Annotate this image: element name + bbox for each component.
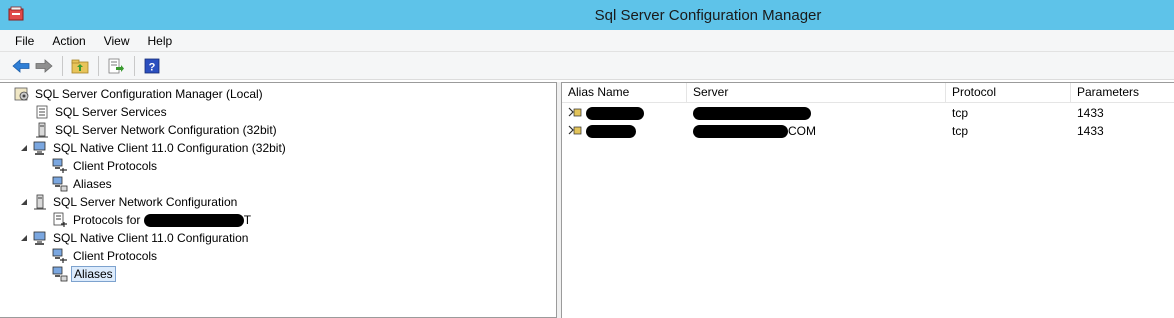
server-cell [687, 106, 946, 120]
expanded-triangle-icon[interactable] [18, 197, 29, 208]
redaction-mark [586, 106, 644, 120]
tree-root[interactable]: SQL Server Configuration Manager (Local) [14, 85, 265, 103]
tree-item-aliases[interactable]: Aliases [52, 265, 116, 283]
window-title: Sql Server Configuration Manager [594, 7, 822, 24]
client-computer-icon [32, 230, 48, 246]
back-icon[interactable] [10, 55, 32, 77]
protocol-icon [52, 248, 68, 264]
column-header-alias-name[interactable]: Alias Name [562, 83, 687, 103]
parameters-cell: 1433 [1077, 106, 1104, 120]
server-icon [32, 194, 48, 210]
tree-item-network-config-32bit[interactable]: SQL Server Network Configuration (32bit) [34, 121, 279, 139]
protocol-icon [52, 158, 68, 174]
list-header: Alias Name Server Protocol Parameters [562, 83, 1174, 103]
table-row[interactable]: COM tcp 1433 [562, 122, 1174, 140]
tree-item-label: SQL Native Client 11.0 Configuration (32… [53, 141, 286, 155]
menu-help[interactable]: Help [146, 32, 175, 50]
toolbar-separator [62, 55, 63, 76]
tree-item-aliases-32bit[interactable]: Aliases [52, 175, 114, 193]
svg-text:?: ? [149, 61, 156, 73]
services-icon [34, 104, 50, 120]
menu-view[interactable]: View [102, 32, 132, 50]
redaction-mark [693, 106, 811, 120]
protocol-cell: tcp [952, 124, 969, 138]
alias-row-icon [568, 124, 582, 139]
column-header-parameters[interactable]: Parameters [1071, 83, 1174, 103]
redaction-mark [143, 214, 244, 228]
redaction-mark [586, 124, 636, 138]
toolbar-separator [134, 55, 135, 76]
title-bar: Sql Server Configuration Manager [0, 0, 1174, 30]
column-header-protocol[interactable]: Protocol [946, 83, 1071, 103]
help-icon[interactable]: ? [141, 55, 163, 77]
tree-item-label: Protocols for T [73, 212, 252, 228]
redaction-mark [693, 124, 788, 138]
list-pane[interactable]: Alias Name Server Protocol Parameters tc… [561, 82, 1174, 318]
expanded-triangle-icon[interactable] [18, 143, 29, 154]
protocols-icon [52, 212, 68, 228]
tree-item-label: SQL Server Network Configuration [53, 195, 238, 209]
menu-action[interactable]: Action [50, 32, 87, 50]
table-row[interactable]: tcp 1433 [562, 104, 1174, 122]
alias-row-icon [568, 106, 582, 121]
toolbar: ? [0, 52, 1174, 80]
tree-item-network-config[interactable]: SQL Server Network Configuration [18, 193, 239, 211]
tree-item-label: Client Protocols [73, 249, 158, 263]
tree-root-label: SQL Server Configuration Manager (Local) [35, 87, 263, 101]
tree-pane[interactable]: SQL Server Configuration Manager (Local)… [0, 82, 557, 318]
tree-item-label: SQL Native Client 11.0 Configuration [53, 231, 249, 245]
tree-item-sql-server-services[interactable]: SQL Server Services [34, 103, 169, 121]
tree-item-label: Aliases [73, 177, 112, 191]
alias-name-cell [562, 124, 687, 139]
export-list-icon[interactable] [105, 55, 127, 77]
tree-item-label: SQL Server Network Configuration (32bit) [55, 123, 277, 137]
alias-icon [52, 176, 68, 192]
forward-icon[interactable] [33, 55, 55, 77]
tree-item-protocols-for[interactable]: Protocols for T [52, 211, 253, 229]
alias-name-cell [562, 106, 687, 121]
parameters-cell: 1433 [1077, 124, 1104, 138]
column-header-server[interactable]: Server [687, 83, 946, 103]
expanded-triangle-icon[interactable] [18, 233, 29, 244]
server-icon [34, 122, 50, 138]
config-manager-icon [14, 86, 30, 102]
toolbar-separator [98, 55, 99, 76]
tree-item-native-client[interactable]: SQL Native Client 11.0 Configuration [18, 229, 250, 247]
tree-item-label: Aliases [71, 266, 116, 282]
tree-item-native-client-32bit[interactable]: SQL Native Client 11.0 Configuration (32… [18, 139, 288, 157]
tree-item-label: SQL Server Services [55, 105, 167, 119]
menu-bar: File Action View Help [0, 30, 1174, 52]
up-folder-icon[interactable] [69, 55, 91, 77]
server-cell: COM [687, 124, 946, 138]
tree-item-label: Client Protocols [73, 159, 158, 173]
menu-file[interactable]: File [13, 32, 36, 50]
tree-item-client-protocols-32bit[interactable]: Client Protocols [52, 157, 159, 175]
tree-item-client-protocols[interactable]: Client Protocols [52, 247, 159, 265]
alias-icon [52, 266, 68, 282]
client-computer-icon [32, 140, 48, 156]
protocol-cell: tcp [952, 106, 969, 120]
